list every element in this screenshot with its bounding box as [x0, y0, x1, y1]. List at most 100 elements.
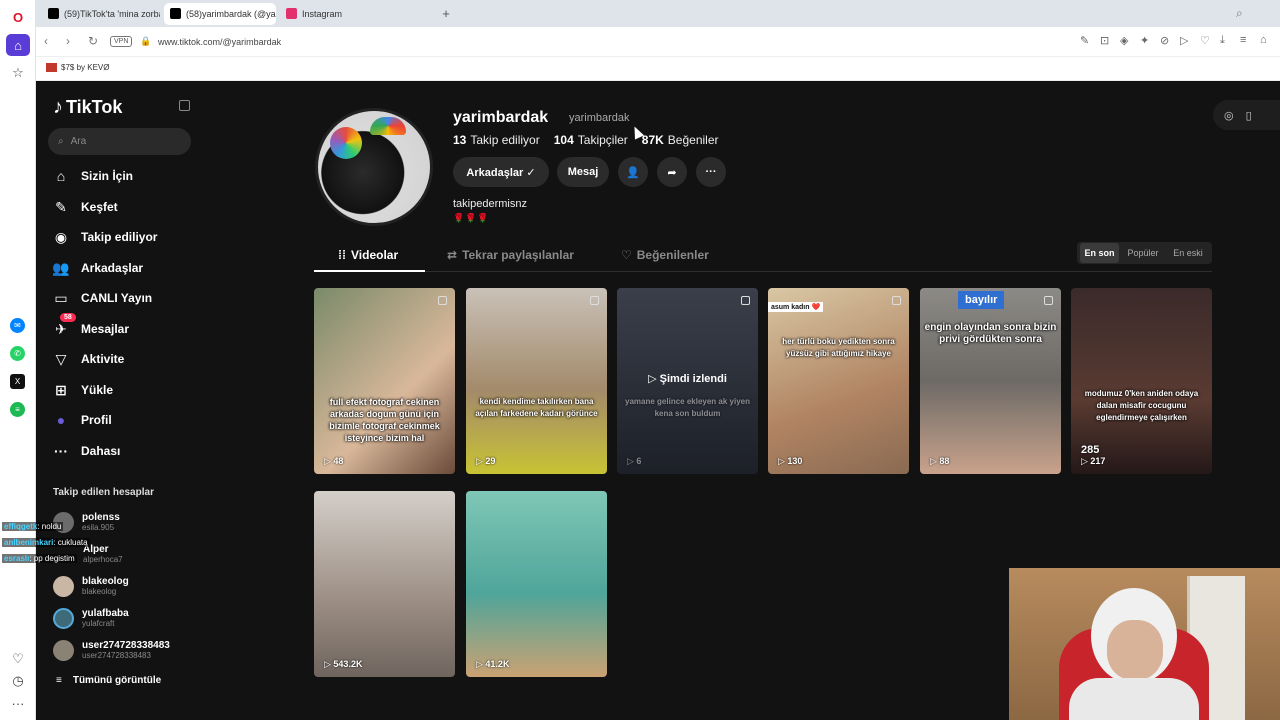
nav-explore[interactable]: ✎ Keşfet [52, 196, 118, 218]
profile-stats: 13 Takip ediliyor 104 Takipçiler 87K Beğeni… [453, 133, 719, 147]
bio-roses: 🌹🌹🌹 [453, 213, 490, 223]
spotify-icon[interactable]: ≡ [10, 402, 25, 417]
whatsapp-icon[interactable]: ✆ [10, 346, 25, 361]
nav-for-you[interactable]: ⌂ Sizin İçin [52, 165, 133, 187]
menu-icon[interactable]: ≡ [1240, 34, 1246, 46]
multi-icon [438, 296, 447, 305]
video-tag: asum kadın ❤️ [768, 302, 824, 312]
back-icon[interactable]: ‹ [44, 34, 48, 48]
active-tab-underline [314, 270, 425, 272]
nav-activity[interactable]: ▽ Aktivite [52, 348, 125, 370]
nav-label: CANLI Yayın [81, 291, 153, 305]
opera-logo-icon[interactable]: O [6, 6, 30, 28]
url-field[interactable]: www.tiktok.com/@yarimbardak [158, 37, 281, 47]
bookmark-item[interactable]: $7$ by KEVØ [46, 63, 109, 72]
new-tab-button[interactable]: + [438, 5, 454, 21]
profile-nickname: yarimbardak [569, 112, 630, 124]
multi-icon [1044, 296, 1053, 305]
ad-block-icon[interactable]: ⊘ [1160, 34, 1169, 47]
more-dots-icon: ··· [54, 443, 68, 459]
video-thumbnail[interactable]: asum kadın ❤️ her türlü boku yedikten so… [768, 288, 909, 474]
tab-reposts[interactable]: ⇄ Tekrar paylaşılanlar [447, 248, 574, 262]
add-friend-icon[interactable]: 👤 [618, 157, 648, 187]
phone-icon[interactable]: ▯ [1246, 109, 1252, 122]
tab-label: Beğenilenler [636, 248, 709, 262]
tab-liked[interactable]: ♡ Beğenilenler [621, 248, 709, 262]
star-icon[interactable]: ☆ [6, 62, 30, 84]
grid-icon: ⁞⁞ [338, 248, 346, 262]
tiktok-logo[interactable]: ♪ TikTok [53, 96, 122, 119]
video-thumbnail[interactable]: ▷ 543.2K [314, 491, 455, 677]
view-count: ▷ 217 [1081, 456, 1106, 466]
tab-videos[interactable]: ⁞⁞ Videolar [338, 248, 398, 262]
see-all-button[interactable]: ≡ Tümünü görüntüle [56, 675, 161, 686]
activity-icon: ▽ [55, 350, 67, 367]
heart-icon[interactable]: ♡ [1200, 34, 1210, 47]
forward-icon[interactable]: › [66, 34, 70, 48]
nav-friends[interactable]: 👥 Arkadaşlar [52, 257, 143, 279]
share-icon[interactable]: ➦ [657, 157, 687, 187]
extension-icon[interactable]: ✦ [1140, 34, 1149, 47]
tab-instagram[interactable]: Instagram [280, 3, 400, 25]
more-options-icon[interactable]: ··· [696, 157, 726, 187]
nav-messages[interactable]: ✈ 58 Mesajlar [52, 312, 129, 340]
tab-tiktok-profile[interactable]: (58)yarimbardak (@yarim [164, 3, 276, 25]
search-tabs-icon[interactable]: ⌕ [1236, 6, 1243, 21]
vpn-badge[interactable]: VPN [110, 36, 133, 47]
collapse-sidebar-icon[interactable] [179, 100, 190, 111]
messages-badge: 58 [60, 312, 76, 322]
tab-title: (59)TikTok'ta 'mina zorba [64, 9, 160, 19]
followers-stat[interactable]: 104 Takipçiler [554, 133, 628, 147]
profile-icon[interactable]: ⌂ [1260, 34, 1267, 46]
following-stat[interactable]: 13 Takip ediliyor [453, 133, 540, 147]
tiktok-favicon-icon [48, 8, 59, 19]
nav-profile[interactable]: ● Profil [52, 409, 112, 431]
shield-icon[interactable]: ◈ [1120, 34, 1128, 47]
sort-oldest[interactable]: En eski [1167, 243, 1209, 263]
video-caption: modumuz 0'ken aniden odaya dalan misafir… [1084, 389, 1199, 422]
camera-icon[interactable]: ⊡ [1100, 34, 1109, 47]
video-thumbnail[interactable]: bayılır engin olayından sonra bizin priv… [920, 288, 1061, 474]
profile-avatar[interactable] [315, 108, 433, 226]
tab-tiktok-search[interactable]: (59)TikTok'ta 'mina zorba [42, 3, 160, 25]
video-thumbnail[interactable]: modumuz 0'ken aniden odaya dalan misafir… [1071, 288, 1212, 474]
sort-popular[interactable]: Popüler [1121, 243, 1165, 263]
heart-icon[interactable]: ♡ [6, 648, 30, 670]
compass-icon[interactable]: ◎ [1224, 109, 1234, 122]
play-icon[interactable]: ▷ [1180, 34, 1188, 47]
video-thumbnail[interactable]: ▷ Şimdi izlendi yamane gelince ekleyen a… [617, 288, 758, 474]
screen: { "browser": { "tabs": [ {"title": "(59)… [0, 0, 1280, 720]
friends-button[interactable]: Arkadaşlar ✓ [453, 157, 549, 187]
view-count: ▷ 130 [778, 456, 803, 466]
message-button[interactable]: Mesaj [557, 157, 609, 187]
nav-more[interactable]: ··· Dahası [52, 440, 120, 462]
video-thumbnail[interactable]: full efekt fotograf cekinen arkadas dogu… [314, 288, 455, 474]
nav-label: Sizin İçin [81, 169, 134, 183]
reload-icon[interactable]: ↻ [88, 34, 98, 48]
nav-upload[interactable]: ⊞ Yükle [52, 379, 113, 401]
messenger-icon[interactable]: ✉ [10, 318, 25, 333]
logo-text: TikTok [66, 97, 123, 117]
nav-live[interactable]: ▭ CANLI Yayın [52, 287, 152, 309]
more-icon[interactable]: ··· [6, 692, 30, 714]
followed-account[interactable]: user274728338483 user274728338483 [53, 638, 170, 662]
x-icon[interactable]: X [10, 374, 25, 389]
history-icon[interactable]: ◷ [6, 670, 30, 692]
search-input[interactable]: ⌕ Ara [48, 128, 191, 155]
live-icon: ▭ [54, 289, 68, 306]
sort-latest[interactable]: En son [1080, 243, 1119, 263]
edit-icon[interactable]: ✎ [1080, 34, 1089, 47]
likes-label: Beğeniler [667, 133, 719, 147]
video-thumbnail[interactable]: ▷ 41.2K [466, 491, 607, 677]
home-icon[interactable]: ⌂ [6, 34, 30, 56]
nav-label: Arkadaşlar [81, 261, 144, 275]
download-icon[interactable]: ⤓ [1220, 34, 1225, 47]
video-caption: engin olayından sonra bizin privi gördük… [924, 322, 1057, 345]
nav-following[interactable]: ◉ Takip ediliyor [52, 226, 158, 248]
video-tag: bayılır [958, 291, 1005, 309]
followed-account[interactable]: yulafbaba yulafcraft [53, 606, 129, 630]
extra-count: 285 [1081, 444, 1100, 456]
webcam-overlay [1009, 568, 1280, 720]
followed-account[interactable]: blakeolog blakeolog [53, 574, 129, 598]
video-thumbnail[interactable]: kendi kendime takılırken bana açılan far… [466, 288, 607, 474]
